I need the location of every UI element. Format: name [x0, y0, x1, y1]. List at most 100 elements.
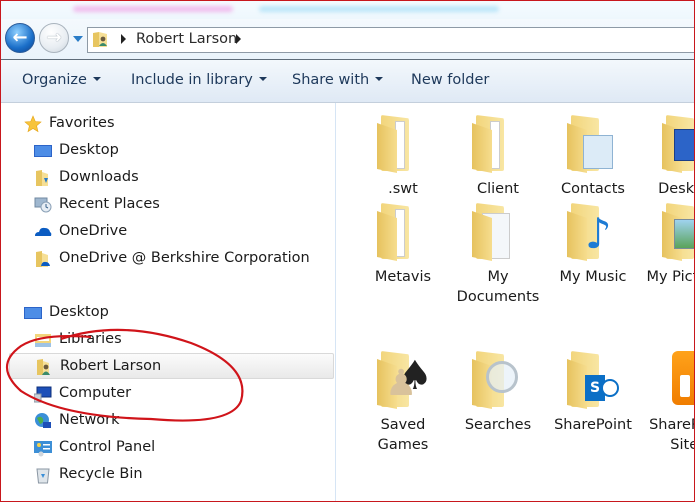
nav-label: Computer	[59, 385, 132, 401]
forward-button[interactable]: →	[39, 23, 69, 53]
user-folder-icon	[37, 359, 50, 375]
blurred-title-strip	[1, 1, 694, 19]
computer-icon	[34, 386, 52, 403]
folder-icon	[468, 111, 528, 175]
file-name: Contacts	[561, 181, 625, 197]
nav-label: Desktop	[59, 142, 119, 158]
downloads-folder-icon	[36, 170, 48, 186]
nav-label: Recycle Bin	[59, 466, 143, 482]
nav-label: Recent Places	[59, 196, 160, 212]
organize-label: Organize	[22, 72, 87, 88]
searches-folder-icon	[468, 347, 528, 411]
sharepoint-folder-icon: S	[563, 347, 623, 411]
nav-label: Libraries	[59, 331, 122, 347]
file-list[interactable]: .swt Client Contacts Desktop Metavis My …	[336, 103, 694, 501]
file-name: SharePoint	[554, 417, 632, 433]
control-panel-icon	[34, 441, 52, 457]
desktop-folder-icon	[658, 111, 694, 175]
file-name: Client	[477, 181, 519, 197]
file-item[interactable]: Client	[453, 111, 543, 199]
explorer-window: ← → Robert Larson Organize Include in li…	[0, 0, 695, 502]
nav-label: Desktop	[49, 304, 109, 320]
folder-icon	[373, 199, 433, 263]
breadcrumb-separator[interactable]	[121, 34, 126, 44]
nav-favorites-header[interactable]: Favorites	[1, 111, 335, 137]
file-name: .swt	[388, 181, 418, 197]
file-item[interactable]: S SharePoint	[548, 347, 638, 435]
include-in-library-label: Include in library	[131, 72, 253, 88]
nav-desktop-header[interactable]: Desktop	[1, 300, 335, 326]
back-arrow-icon: ←	[12, 27, 28, 48]
onedrive-folder-icon	[36, 251, 50, 267]
new-folder-label: New folder	[411, 72, 490, 88]
breadcrumb-separator[interactable]	[236, 34, 241, 44]
libraries-icon	[35, 334, 51, 347]
address-bar[interactable]: Robert Larson	[87, 27, 694, 53]
include-in-library-button[interactable]: Include in library	[131, 72, 267, 88]
nav-item-recent-places[interactable]: Recent Places	[1, 192, 335, 218]
file-item[interactable]: SharePoint Sites	[643, 347, 694, 455]
address-row: ← → Robert Larson	[1, 19, 694, 60]
chevron-down-icon	[92, 77, 101, 81]
file-name: My Documents	[456, 269, 540, 305]
nav-item-recycle-bin[interactable]: Recycle Bin	[1, 462, 335, 488]
chevron-down-icon	[375, 77, 384, 81]
nav-item-robert-larson[interactable]: Robert Larson	[9, 353, 334, 379]
pictures-folder-icon	[658, 199, 694, 263]
file-name: Saved Games	[377, 417, 429, 453]
nav-label: Favorites	[49, 115, 115, 131]
nav-label: OneDrive	[59, 223, 128, 239]
file-item[interactable]: My Pictures	[643, 199, 694, 287]
file-name: Metavis	[374, 269, 432, 285]
recent-locations-dropdown[interactable]	[73, 36, 83, 42]
file-item[interactable]: Contacts	[548, 111, 638, 199]
nav-item-onedrive[interactable]: OneDrive	[1, 219, 335, 245]
organize-button[interactable]: Organize	[22, 72, 101, 88]
star-icon	[24, 115, 42, 133]
file-item[interactable]: Desktop	[643, 111, 694, 199]
navigation-pane[interactable]: Favorites Desktop Downloads Recent Place…	[1, 103, 335, 501]
nav-label: Control Panel	[59, 439, 156, 455]
nav-label: Downloads	[59, 169, 139, 185]
file-name: Searches	[464, 417, 532, 433]
saved-games-folder-icon: ♠ ♟	[373, 347, 433, 411]
nav-item-desktop-fav[interactable]: Desktop	[1, 138, 335, 164]
share-with-button[interactable]: Share with	[292, 72, 384, 88]
breadcrumb-robert-larson[interactable]: Robert Larson	[136, 31, 237, 47]
file-item[interactable]: Metavis	[358, 199, 448, 287]
file-item[interactable]: Searches	[453, 347, 543, 435]
nav-item-downloads[interactable]: Downloads	[1, 165, 335, 191]
nav-label: Robert Larson	[60, 358, 162, 374]
nav-item-control-panel[interactable]: Control Panel	[1, 435, 335, 461]
folder-icon	[373, 111, 433, 175]
file-name: SharePoint Sites	[649, 417, 694, 453]
file-item[interactable]: My Documents	[453, 199, 543, 307]
nav-item-computer[interactable]: Computer	[1, 381, 335, 407]
desktop-icon	[24, 307, 42, 319]
file-name: Desktop	[658, 181, 694, 197]
recent-places-icon	[34, 197, 52, 213]
back-button[interactable]: ←	[5, 23, 35, 53]
file-name: My Music	[559, 269, 627, 285]
nav-item-network[interactable]: Network	[1, 408, 335, 434]
file-item[interactable]: ♪ My Music	[548, 199, 638, 287]
music-folder-icon: ♪	[563, 199, 623, 263]
network-icon	[35, 413, 51, 428]
nav-item-libraries[interactable]: Libraries	[1, 327, 335, 353]
nav-label: Network	[59, 412, 120, 428]
user-folder-icon	[93, 32, 107, 47]
blurred-text	[73, 6, 233, 12]
documents-folder-icon	[468, 199, 528, 263]
blurred-text	[259, 6, 499, 12]
sharepoint-sites-icon	[658, 347, 694, 411]
share-with-label: Share with	[292, 72, 370, 88]
forward-arrow-icon: →	[46, 27, 62, 48]
onedrive-cloud-icon	[35, 227, 52, 236]
file-item[interactable]: ♠ ♟ Saved Games	[358, 347, 448, 455]
new-folder-button[interactable]: New folder	[411, 72, 489, 88]
chevron-down-icon	[258, 77, 267, 81]
file-item[interactable]: .swt	[358, 111, 448, 199]
nav-item-onedrive-berkshire[interactable]: OneDrive @ Berkshire Corporation	[1, 246, 335, 272]
recycle-bin-icon	[36, 468, 50, 484]
command-bar: Organize Include in library Share with N…	[1, 60, 694, 103]
